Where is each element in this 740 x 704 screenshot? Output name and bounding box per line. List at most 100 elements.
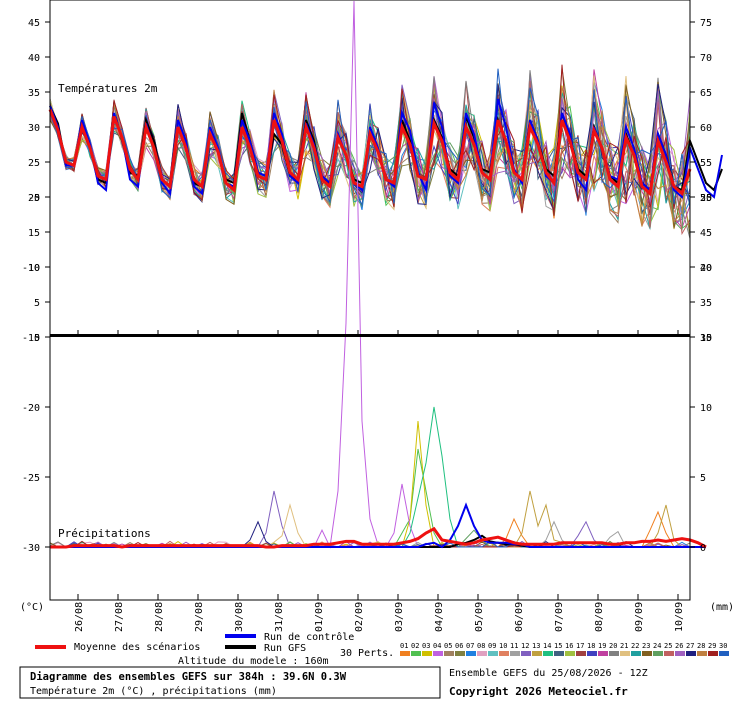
copyright: Copyright 2026 Meteociel.fr <box>449 685 628 698</box>
pert-legend-swatch <box>719 651 729 656</box>
date-label: 01/09 <box>314 602 325 632</box>
temp-left-tick-label: 30 <box>28 123 40 134</box>
pert-legend-id: 25 <box>664 642 672 650</box>
pert-legend-id: 12 <box>521 642 529 650</box>
date-label: 02/09 <box>354 602 365 632</box>
pert-legend-swatch <box>444 651 454 656</box>
pert-legend-swatch <box>609 651 619 656</box>
pert-legend-swatch <box>708 651 718 656</box>
perturbations-label: 30 Perts. <box>340 648 394 659</box>
pert-legend-swatch <box>576 651 586 656</box>
pert-legend-id: 03 <box>422 642 430 650</box>
pert-legend-swatch <box>400 651 410 656</box>
date-label: 08/09 <box>594 602 605 632</box>
temp-right-tick-label: 75 <box>700 18 712 29</box>
pert-legend-swatch <box>499 651 509 656</box>
date-label: 03/09 <box>394 602 405 632</box>
temp-right-tick-label: 55 <box>700 158 712 169</box>
pert-legend-swatch <box>686 651 696 656</box>
legend-control-label: Run de contrôle <box>264 631 354 643</box>
temp-right-tick-label: 60 <box>700 123 712 134</box>
temp-left-tick-label: 35 <box>28 88 40 99</box>
pert-legend-swatch <box>466 651 476 656</box>
pert-legend-swatch <box>554 651 564 656</box>
pert-legend-swatch <box>510 651 520 656</box>
pert-legend-swatch <box>565 651 575 656</box>
temp-left-tick-label: 45 <box>28 18 40 29</box>
pert-legend-swatch <box>587 651 597 656</box>
pert-legend-id: 24 <box>653 642 661 650</box>
pert-legend-id: 04 <box>433 642 441 650</box>
right-unit-label: (mm) <box>710 602 734 613</box>
temp-left-tick-label: 25 <box>28 158 40 169</box>
run-info: Ensemble GEFS du 25/08/2026 - 12Z <box>449 668 648 679</box>
temp-right-tick-label: 65 <box>700 88 712 99</box>
pert-legend-swatch <box>697 651 707 656</box>
date-label: 06/09 <box>514 602 525 632</box>
pert-legend-swatch <box>422 651 432 656</box>
temp-right-tick-label: 35 <box>700 298 712 309</box>
chart-title: Diagramme des ensembles GEFS sur 384h : … <box>30 671 347 683</box>
altitude-label: Altitude du modele : 160m <box>178 656 329 667</box>
left-unit-label: (°C) <box>20 602 44 613</box>
pert-legend-swatch <box>598 651 608 656</box>
precipitation-panel-label: Précipitations <box>58 527 151 540</box>
date-label: 28/08 <box>154 602 165 632</box>
legend: Moyenne des scénarios Run de contrôle Ru… <box>35 631 729 667</box>
pert-legend-swatch <box>411 651 421 656</box>
precip-left-tick-label: -30 <box>22 543 40 554</box>
pert-legend-swatch <box>488 651 498 656</box>
pert-legend-id: 05 <box>444 642 452 650</box>
precip-left-tick-label: -25 <box>22 473 40 484</box>
pert-legend-swatch <box>653 651 663 656</box>
pert-legend-swatch <box>543 651 553 656</box>
date-label: 30/08 <box>234 602 245 632</box>
precip-right-tick-label: 0 <box>700 543 706 554</box>
pert-legend-id: 10 <box>499 642 507 650</box>
pert-legend-swatch <box>477 651 487 656</box>
pert-legend-id: 30 <box>719 642 727 650</box>
pert-legend-id: 19 <box>598 642 606 650</box>
precip-right-tick-label: 15 <box>700 333 712 344</box>
pert-legend-id: 13 <box>532 642 540 650</box>
legend-mean-label: Moyenne des scénarios <box>74 641 200 653</box>
pert-legend-id: 18 <box>587 642 595 650</box>
pert-legend-id: 06 <box>455 642 463 650</box>
perturbation-legend: 01 02 03 04 05 06 07 08 09 10 11 12 13 14 15 16 17 18 19 20… <box>400 642 729 656</box>
pert-legend-swatch <box>675 651 685 656</box>
temp-left-tick-label: 15 <box>28 228 40 239</box>
temperature-frame <box>49 0 691 336</box>
pert-legend-id: 16 <box>565 642 573 650</box>
temperature-panel-label: Températures 2m <box>58 82 158 95</box>
temp-right-tick-label: 70 <box>700 53 712 64</box>
precipitation-frame <box>49 335 691 601</box>
perturbation-14-precip-line <box>50 406 690 548</box>
pert-legend-id: 17 <box>576 642 584 650</box>
date-label: 04/09 <box>434 602 445 632</box>
temp-left-tick-label: 5 <box>34 298 40 309</box>
pert-legend-id: 27 <box>686 642 694 650</box>
chart-svg: 45 7540 7035 6530 6025 5520 5015 4510 405 350 30-5… <box>19 0 734 699</box>
precip-left-tick-label: -15 <box>22 333 40 344</box>
pert-legend-id: 29 <box>708 642 716 650</box>
date-label: 09/09 <box>634 602 645 632</box>
pert-legend-id: 15 <box>554 642 562 650</box>
pert-legend-swatch <box>631 651 641 656</box>
pert-legend-swatch <box>521 651 531 656</box>
pert-legend-id: 02 <box>411 642 419 650</box>
date-label: 05/09 <box>474 602 485 632</box>
date-label: 27/08 <box>114 602 125 632</box>
date-label: 07/09 <box>554 602 565 632</box>
pert-legend-id: 22 <box>631 642 639 650</box>
pert-legend-id: 07 <box>466 642 474 650</box>
pert-legend-id: 01 <box>400 642 408 650</box>
precip-left-tick-label: -20 <box>22 403 40 414</box>
pert-legend-id: 09 <box>488 642 496 650</box>
temp-right-tick-label: 45 <box>700 228 712 239</box>
pert-legend-id: 20 <box>609 642 617 650</box>
pert-legend-swatch <box>620 651 630 656</box>
pert-legend-id: 28 <box>697 642 705 650</box>
chart-subtitle: Température 2m (°C) , précipitations (mm… <box>30 685 277 697</box>
precip-right-tick-label: 10 <box>700 403 712 414</box>
pert-legend-id: 08 <box>477 642 485 650</box>
